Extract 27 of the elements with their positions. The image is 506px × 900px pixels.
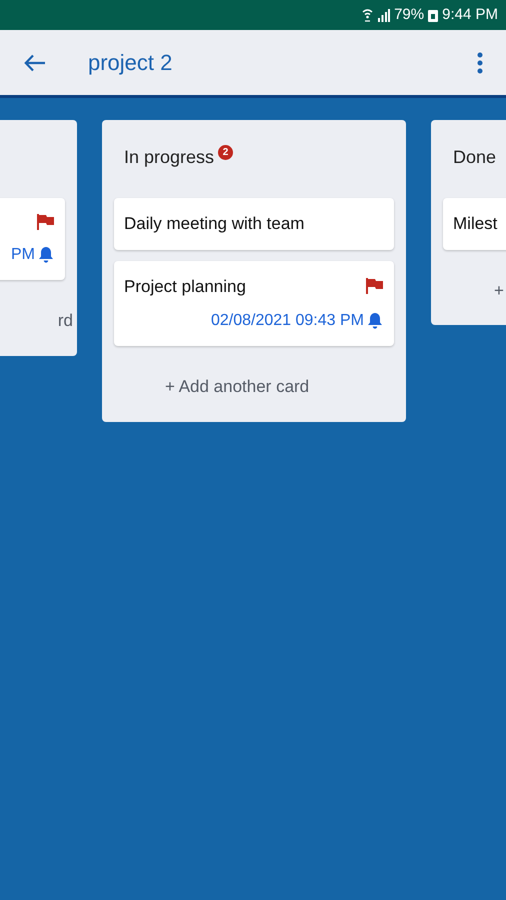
clock: 9:44 PM: [442, 4, 498, 25]
battery-icon: [428, 8, 438, 22]
reminder-date: PM: [11, 245, 35, 265]
bell-icon: [366, 312, 384, 330]
reminder-date: 02/08/2021 09:43 PM: [210, 311, 364, 331]
signal-icon: [377, 8, 390, 22]
column-title: In progress: [124, 146, 214, 169]
flag-icon: [37, 214, 55, 230]
column-title: Done: [453, 146, 496, 168]
bell-icon: [37, 246, 55, 264]
add-card-button[interactable]: rd: [58, 308, 73, 334]
add-card-button[interactable]: + Add another card: [165, 374, 310, 400]
flag-icon: [366, 278, 384, 294]
card-title: Daily meeting with team: [124, 213, 304, 235]
count-badge: 2: [218, 144, 234, 160]
task-card[interactable]: Milest: [443, 198, 506, 250]
task-card[interactable]: Project planning 02/08/2021 09:43 PM: [114, 260, 394, 346]
card-title: Milest: [453, 213, 498, 235]
back-arrow-icon: [24, 54, 46, 72]
card-title: Project planning: [124, 276, 246, 298]
task-card[interactable]: Daily meeting with team: [114, 198, 394, 250]
more-icon: [477, 52, 483, 74]
add-card-button[interactable]: +: [494, 278, 504, 303]
wifi-icon: [362, 8, 374, 22]
screen-title: project 2: [88, 49, 172, 77]
task-card[interactable]: PM: [0, 198, 65, 280]
battery-percent: 79%: [394, 4, 424, 25]
